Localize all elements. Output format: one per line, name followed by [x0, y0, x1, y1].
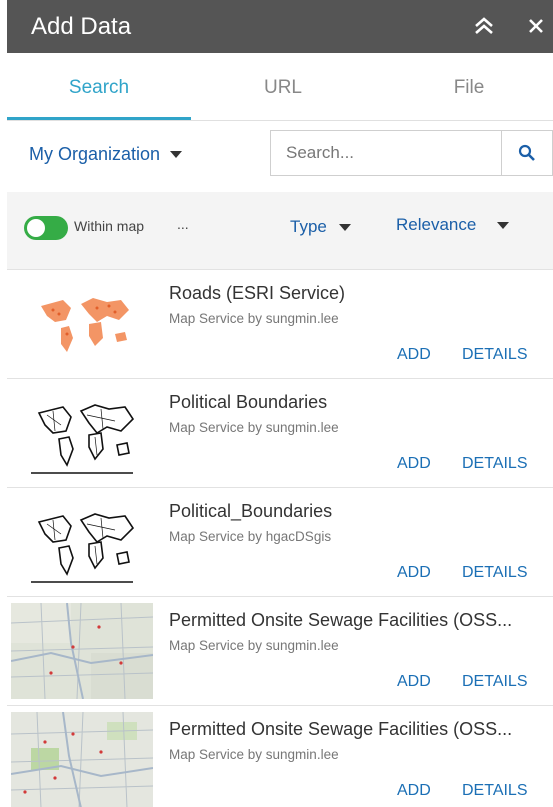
result-thumbnail — [11, 712, 153, 807]
details-button[interactable]: DETAILS — [462, 455, 528, 473]
active-tab-indicator — [7, 117, 191, 120]
result-item: Political_Boundaries Map Service by hgac… — [7, 488, 553, 597]
within-map-label: Within map — [74, 218, 145, 234]
collapse-icon[interactable] — [470, 12, 498, 40]
tab-search[interactable]: Search — [7, 77, 191, 99]
result-title: Permitted Onsite Sewage Facilities (OSS.… — [169, 719, 513, 739]
scope-dropdown[interactable]: My Organization — [29, 144, 183, 165]
tab-bar: Search URL File — [7, 53, 553, 121]
sort-label: Relevance — [396, 215, 477, 234]
scope-dropdown-label: My Organization — [29, 144, 161, 164]
result-owner: Map Service by sungmin.lee — [169, 311, 339, 326]
details-button[interactable]: DETAILS — [462, 673, 528, 691]
result-thumbnail — [11, 276, 153, 372]
result-owner: Map Service by sungmin.lee — [169, 747, 339, 762]
result-thumbnail — [11, 494, 153, 590]
add-button[interactable]: ADD — [397, 455, 431, 473]
toggle-knob — [27, 219, 45, 237]
result-item: Roads (ESRI Service) Map Service by sung… — [7, 270, 553, 379]
search-button[interactable] — [501, 131, 553, 175]
more-options-button[interactable]: ... — [177, 216, 189, 232]
details-button[interactable]: DETAILS — [462, 782, 528, 800]
add-button[interactable]: ADD — [397, 564, 431, 582]
result-thumbnail — [11, 385, 153, 481]
within-map-toggle[interactable] — [24, 216, 68, 240]
details-button[interactable]: DETAILS — [462, 564, 528, 582]
result-owner: Map Service by sungmin.lee — [169, 420, 339, 435]
result-item: Political Boundaries Map Service by sung… — [7, 379, 553, 488]
result-thumbnail — [11, 603, 153, 699]
result-item: Permitted Onsite Sewage Facilities (OSS.… — [7, 597, 553, 706]
search-icon — [518, 144, 535, 161]
result-title: Roads (ESRI Service) — [169, 283, 346, 303]
tab-url[interactable]: URL — [191, 77, 375, 99]
tab-file[interactable]: File — [377, 77, 553, 99]
details-button[interactable]: DETAILS — [462, 346, 528, 364]
chevron-down-icon — [497, 221, 510, 229]
add-button[interactable]: ADD — [397, 782, 431, 800]
filter-bar: Within map ... Type Relevance — [7, 192, 553, 270]
add-button[interactable]: ADD — [397, 673, 431, 691]
search-input[interactable] — [271, 131, 501, 175]
panel-header: Add Data — [7, 0, 553, 53]
result-item: Permitted Onsite Sewage Facilities (OSS.… — [7, 706, 553, 807]
result-owner: Map Service by sungmin.lee — [169, 638, 339, 653]
type-filter-label: Type — [290, 217, 327, 236]
result-title: Political Boundaries — [169, 392, 328, 412]
result-title: Permitted Onsite Sewage Facilities (OSS.… — [169, 610, 513, 630]
sort-dropdown[interactable]: Relevance — [396, 215, 510, 235]
chevron-down-icon — [338, 223, 351, 231]
search-box — [270, 130, 553, 176]
result-title: Political_Boundaries — [169, 501, 333, 521]
chevron-down-icon — [170, 151, 183, 158]
result-owner: Map Service by hgacDSgis — [169, 529, 332, 544]
type-filter-dropdown[interactable]: Type — [290, 217, 351, 237]
panel-title: Add Data — [31, 13, 132, 40]
add-button[interactable]: ADD — [397, 346, 431, 364]
close-icon[interactable] — [523, 12, 551, 40]
